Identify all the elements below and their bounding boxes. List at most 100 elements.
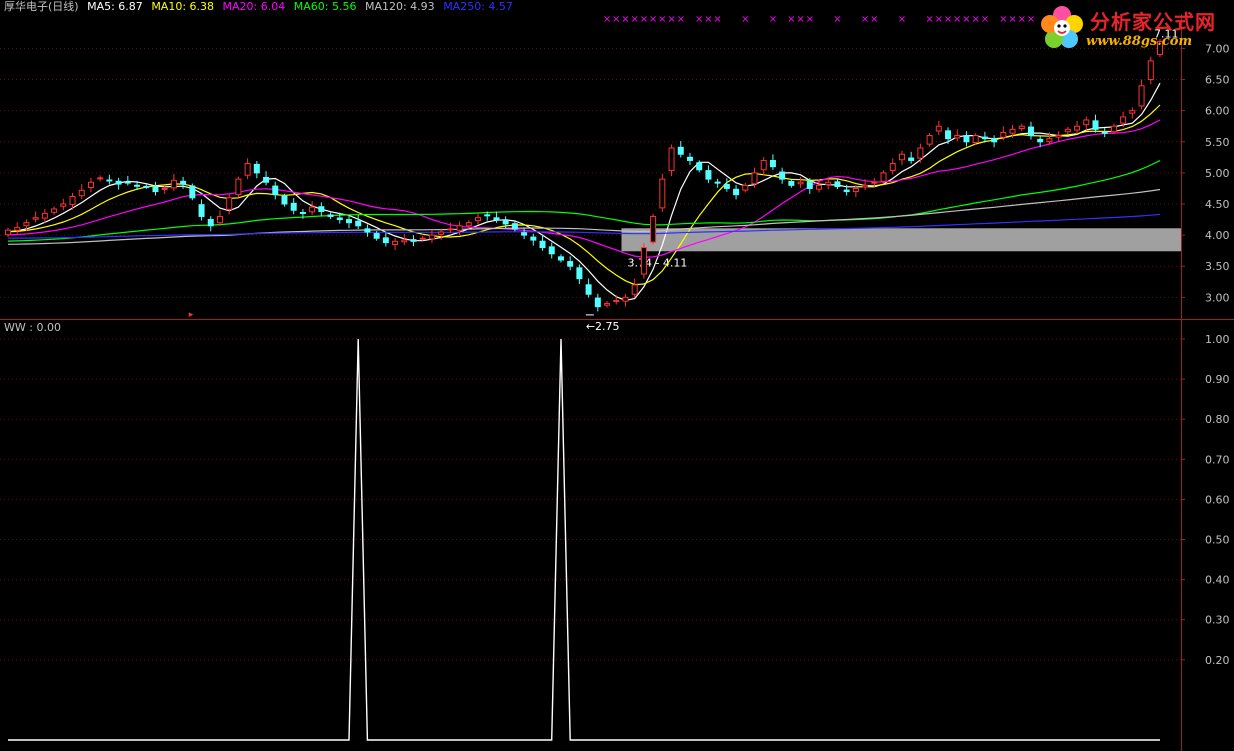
logo-url: www.88gs.com [1086,34,1193,49]
candle-body [1083,119,1090,126]
candle-body [604,303,611,306]
candle-body [788,180,795,186]
candle-body [539,240,546,249]
price-tick-label: 3.50 [1205,260,1230,273]
candle-body [1092,120,1099,130]
candle-body [696,162,703,171]
candle-body [32,217,39,220]
candle-body [87,181,94,189]
price-tick-label: 4.50 [1205,198,1230,211]
indicator-tick-label: 0.80 [1205,413,1230,426]
candle-body [290,202,297,211]
indicator-tick-label: 0.40 [1205,574,1230,587]
candle-body [1009,128,1016,134]
candle-body [521,232,528,236]
candle-body [705,170,712,180]
ma20-value: MA20: 6.04 [222,0,286,13]
signal-mark: × [612,14,620,25]
logo-title: 分析家公式网 [1090,10,1216,34]
signal-mark: × [981,14,989,25]
candle-body [1000,131,1007,138]
candle-body [456,225,463,231]
price-tick-label: 6.00 [1205,105,1230,118]
candle-body [963,135,970,143]
candle-body [1027,126,1034,137]
signal-mark: × [695,14,703,25]
candle-body [935,125,942,132]
candle-body [272,185,279,196]
candle-body [60,203,67,207]
candle-body [806,181,813,189]
candle [926,133,933,147]
candle-body [511,223,518,230]
candle-body [733,188,740,196]
candle-body [327,214,334,217]
signal-mark: × [769,14,777,25]
candle-body [889,163,896,172]
signal-mark: × [925,14,933,25]
signal-mark: × [806,14,814,25]
candle-body [631,284,638,295]
candle-body [613,299,620,302]
signal-mark: × [1008,14,1016,25]
signal-mark: × [971,14,979,25]
signal-mark: × [999,14,1007,25]
candle-body [548,246,555,255]
candle-body [981,136,988,140]
candle-body [336,217,343,221]
candle-body [198,204,205,217]
chart-header: 厚华电子(日线) MA5: 6.87 MA10: 6.38 MA20: 6.04… [4,0,518,14]
indicator-label: WW : 0.00 [4,321,61,334]
candle-body [530,236,537,241]
candle-body [493,217,500,221]
candle-body [364,228,371,233]
candle-body [124,181,131,184]
signal-mark: × [677,14,685,25]
signal-mark: × [658,14,666,25]
candle-body [1120,116,1127,124]
candle-body [567,261,574,267]
candle-body [751,172,758,185]
signal-mark: × [870,14,878,25]
candle-body [576,267,583,280]
candle-body [78,189,85,197]
candle-body [954,135,961,139]
candle-body [659,178,666,209]
site-logo: 分析家公式网 www.88gs.com [1034,2,1230,54]
candle-body [917,147,924,159]
candle-body [502,220,509,225]
indicator-tick-label: 0.30 [1205,614,1230,627]
signal-mark: × [621,14,629,25]
ma60-value: MA60: 5.56 [293,0,357,13]
candle [640,243,647,279]
candle-body [355,220,362,227]
candle-body [926,135,933,145]
candle-body [69,196,76,205]
candle-body [972,135,979,143]
candle-body [843,189,850,193]
candle-body [263,176,270,183]
candle-body [382,237,389,244]
candle-body [677,146,684,155]
indicator-tick-label: 0.50 [1205,534,1230,547]
candle-body [714,181,721,184]
candle-body [373,233,380,239]
signal-mark: × [630,14,638,25]
candle-body [1138,85,1145,107]
indicator-tick-label: 0.90 [1205,373,1230,386]
candle-body [1037,138,1044,143]
candle-body [5,229,11,236]
candle-body [825,181,832,186]
candle [659,173,666,212]
price-tick-label: 6.50 [1205,74,1230,87]
candle-body [465,222,472,227]
indicator-tick-label: 0.20 [1205,654,1230,667]
candle-body [401,239,408,243]
candle-body [161,187,168,190]
stock-chart-canvas[interactable]: 3.003.504.004.505.005.506.006.507.000.20… [0,0,1234,751]
candle-body [253,163,260,174]
signal-mark: × [640,14,648,25]
candle-body [97,177,104,180]
candle-body [1018,125,1025,130]
signal-mark: × [962,14,970,25]
